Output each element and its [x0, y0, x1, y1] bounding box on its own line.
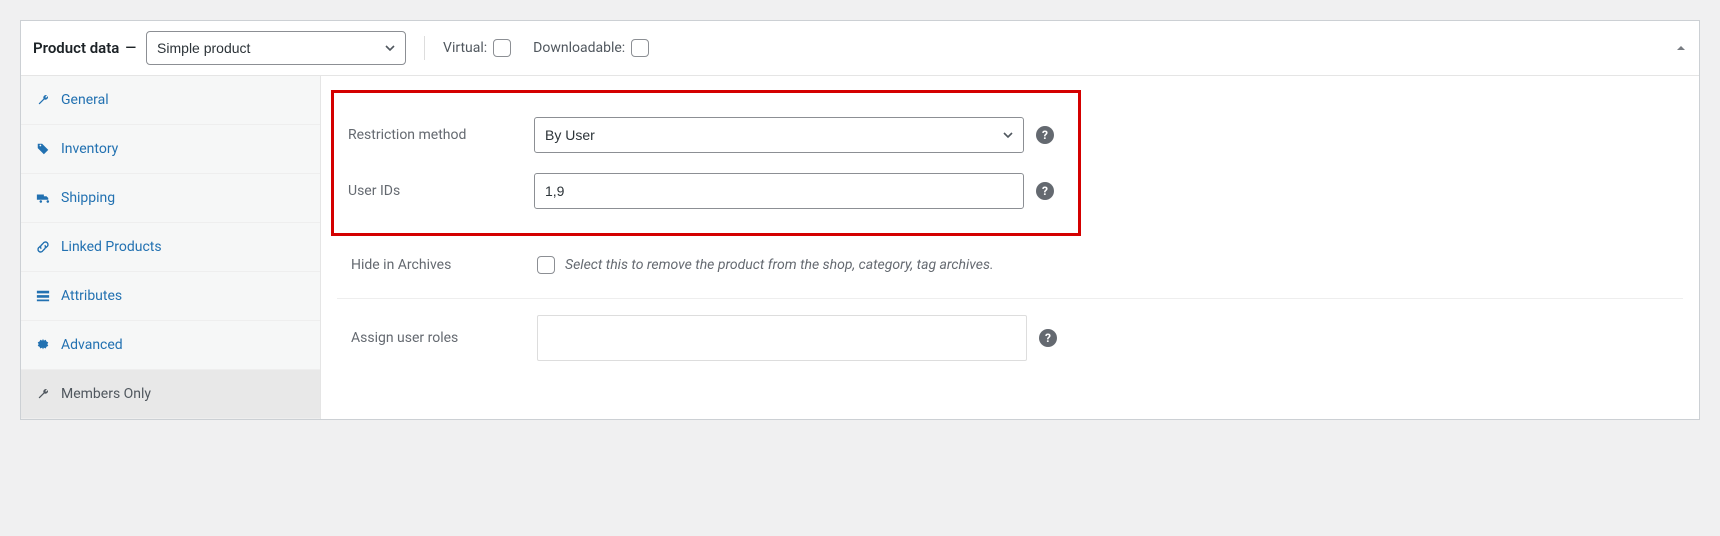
- help-icon[interactable]: ?: [1036, 182, 1054, 200]
- tab-content: Restriction method By User ?: [321, 76, 1699, 419]
- virtual-checkbox[interactable]: [493, 39, 511, 57]
- wrench-icon: [35, 92, 51, 108]
- downloadable-checkbox[interactable]: [631, 39, 649, 57]
- user-ids-label: User IDs: [334, 183, 534, 199]
- tab-members-only[interactable]: Members Only: [21, 370, 320, 419]
- truck-icon: [35, 190, 51, 206]
- hide-archives-checkbox[interactable]: [537, 256, 555, 274]
- assign-roles-label: Assign user roles: [337, 330, 537, 346]
- list-icon: [35, 288, 51, 304]
- tag-icon: [35, 141, 51, 157]
- downloadable-label: Downloadable:: [533, 40, 625, 56]
- product-type-select-wrap: Simple product: [146, 31, 406, 65]
- tab-label: Linked Products: [61, 239, 162, 255]
- restriction-method-select-wrap: By User: [534, 117, 1024, 153]
- restriction-method-select[interactable]: By User: [534, 117, 1024, 153]
- user-ids-row: User IDs ?: [334, 163, 1078, 219]
- tab-inventory[interactable]: Inventory: [21, 125, 320, 174]
- help-icon[interactable]: ?: [1039, 329, 1057, 347]
- header-divider: [424, 36, 425, 60]
- tabs-sidebar: General Inventory Shipping Linked Produc…: [21, 76, 321, 419]
- tab-attributes[interactable]: Attributes: [21, 272, 320, 321]
- link-icon: [35, 239, 51, 255]
- help-icon[interactable]: ?: [1036, 126, 1054, 144]
- hide-archives-row: Hide in Archives Select this to remove t…: [337, 246, 1683, 284]
- tab-general[interactable]: General: [21, 76, 320, 125]
- assign-roles-input[interactable]: [537, 315, 1027, 361]
- tab-label: Inventory: [61, 141, 118, 157]
- tab-label: Attributes: [61, 288, 122, 304]
- panel-header: Product data — Simple product Virtual: D…: [21, 21, 1699, 76]
- tab-label: General: [61, 92, 109, 108]
- tab-advanced[interactable]: Advanced: [21, 321, 320, 370]
- panel-title-separator: —: [125, 40, 136, 56]
- product-data-panel: Product data — Simple product Virtual: D…: [20, 20, 1700, 420]
- downloadable-option[interactable]: Downloadable:: [533, 39, 649, 57]
- restriction-method-label: Restriction method: [334, 127, 534, 143]
- virtual-option[interactable]: Virtual:: [443, 39, 511, 57]
- wrench-icon: [35, 386, 51, 402]
- assign-roles-row: Assign user roles ?: [337, 305, 1683, 371]
- tab-label: Members Only: [61, 386, 151, 402]
- hide-archives-description: Select this to remove the product from t…: [565, 257, 994, 273]
- user-ids-input[interactable]: [534, 173, 1024, 209]
- tab-label: Advanced: [61, 337, 123, 353]
- restriction-method-row: Restriction method By User ?: [334, 107, 1078, 163]
- collapse-toggle[interactable]: [1675, 42, 1687, 54]
- product-type-select[interactable]: Simple product: [146, 31, 406, 65]
- gear-icon: [35, 337, 51, 353]
- tab-shipping[interactable]: Shipping: [21, 174, 320, 223]
- divider: [337, 298, 1683, 299]
- tab-linked-products[interactable]: Linked Products: [21, 223, 320, 272]
- panel-body: General Inventory Shipping Linked Produc…: [21, 76, 1699, 419]
- panel-title: Product data: [33, 39, 119, 57]
- hide-archives-label: Hide in Archives: [337, 257, 537, 273]
- highlight-box: Restriction method By User ?: [331, 90, 1081, 236]
- virtual-label: Virtual:: [443, 40, 487, 56]
- tab-label: Shipping: [61, 190, 115, 206]
